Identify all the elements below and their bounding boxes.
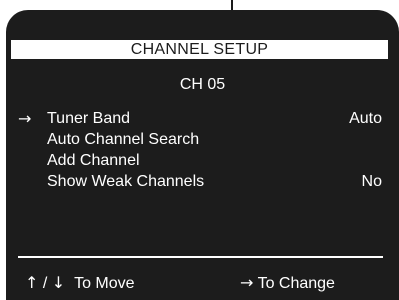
menu-item-show-weak-channels[interactable]: Show Weak Channels No bbox=[6, 171, 399, 192]
menu-title: CHANNEL SETUP bbox=[11, 40, 388, 59]
footer-divider bbox=[18, 256, 383, 258]
move-hint-label: To Move bbox=[74, 275, 135, 292]
menu-item-value: Auto bbox=[349, 110, 382, 127]
menu-item-tuner-band[interactable]: → Tuner Band Auto bbox=[6, 108, 399, 129]
change-hint-label: To Change bbox=[257, 275, 335, 292]
menu-item-label: Add Channel bbox=[47, 152, 140, 169]
right-arrow-icon: → bbox=[240, 273, 254, 292]
menu-item-label: Show Weak Channels bbox=[47, 173, 205, 190]
menu-item-label: Auto Channel Search bbox=[47, 131, 200, 148]
change-hint: → To Change bbox=[240, 272, 335, 295]
navigation-hints: ↑ / ↓ To Move → To Change bbox=[6, 272, 399, 294]
hint-separator: / bbox=[42, 275, 48, 292]
move-hint: ↑ / ↓ To Move bbox=[25, 272, 135, 295]
menu-item-add-channel[interactable]: Add Channel bbox=[6, 150, 399, 171]
up-arrow-icon: ↑ bbox=[25, 273, 39, 292]
cable-connector bbox=[231, 0, 233, 10]
menu-item-auto-channel-search[interactable]: Auto Channel Search bbox=[6, 129, 399, 150]
menu-item-label: Tuner Band bbox=[47, 110, 131, 127]
channel-indicator: CH 05 bbox=[179, 76, 226, 93]
menu-item-value: No bbox=[361, 173, 382, 190]
selection-arrow-icon: → bbox=[18, 109, 32, 128]
menu-list: → Tuner Band Auto Auto Channel Search Ad… bbox=[6, 108, 399, 192]
osd-menu-screen: CHANNEL SETUP CH 05 → Tuner Band Auto Au… bbox=[6, 10, 399, 300]
down-arrow-icon: ↓ bbox=[51, 273, 66, 292]
